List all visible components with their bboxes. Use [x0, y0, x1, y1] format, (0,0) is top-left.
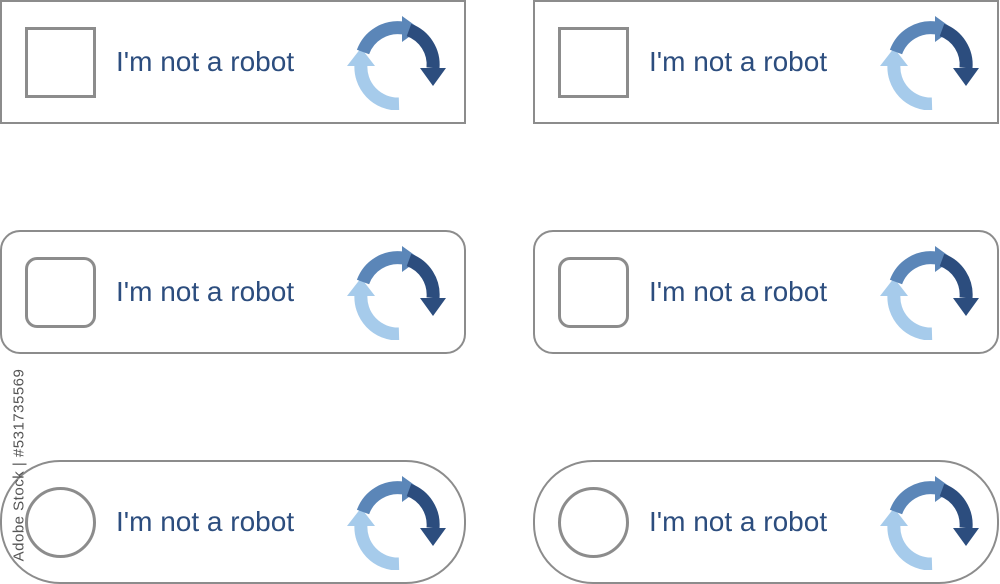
captcha-checkbox[interactable] — [558, 27, 629, 98]
stock-watermark-text: Adobe Stock | #531735569 — [10, 368, 28, 562]
captcha-checkbox-round[interactable] — [25, 487, 96, 558]
captcha-label: I'm not a robot — [649, 276, 828, 307]
captcha-label: I'm not a robot — [649, 506, 828, 537]
refresh-arrows-icon — [880, 16, 980, 110]
stock-watermark-id: Adobe Stock | #531735569 — [6, 350, 32, 580]
captcha-label: I'm not a robot — [116, 506, 295, 537]
captcha-widget-square-2: I'm not a robot — [533, 0, 999, 124]
captcha-checkbox-round[interactable] — [558, 487, 629, 558]
captcha-widget-pill-2: I'm not a robot — [533, 460, 999, 584]
captcha-widget-pill-1: I'm not a robot — [0, 460, 466, 584]
captcha-checkbox[interactable] — [25, 257, 96, 328]
captcha-widget-rounded-2: I'm not a robot — [533, 230, 999, 354]
captcha-checkbox[interactable] — [25, 27, 96, 98]
refresh-arrows-icon — [347, 16, 447, 110]
refresh-arrows-icon — [880, 476, 980, 570]
captcha-label: I'm not a robot — [116, 46, 295, 77]
captcha-label: I'm not a robot — [649, 46, 828, 77]
captcha-widget-rounded-1: I'm not a robot — [0, 230, 466, 354]
captcha-label: I'm not a robot — [116, 276, 295, 307]
refresh-arrows-icon — [880, 246, 980, 340]
captcha-widget-square-1: I'm not a robot — [0, 0, 466, 124]
refresh-arrows-icon — [347, 476, 447, 570]
refresh-arrows-icon — [347, 246, 447, 340]
captcha-checkbox[interactable] — [558, 257, 629, 328]
